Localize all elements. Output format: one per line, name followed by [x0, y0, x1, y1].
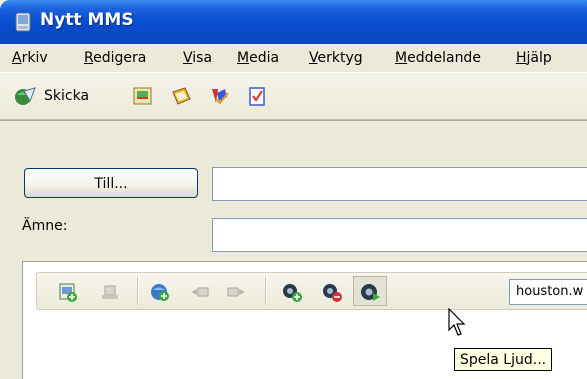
mms-envelope-icon [15, 12, 31, 32]
spellcheck-icon[interactable] [208, 85, 230, 107]
add-slide-icon[interactable] [149, 281, 171, 303]
menu-hjalp[interactable]: Hjälp [516, 50, 552, 66]
subject-field[interactable] [212, 218, 587, 252]
toolbar-separator [137, 277, 139, 305]
prev-slide-icon[interactable] [189, 281, 211, 303]
to-field[interactable] [212, 167, 587, 201]
subject-label: Ämne: [22, 218, 68, 234]
menu-media[interactable]: Media [237, 50, 279, 66]
sound-file-field[interactable]: houston.w [509, 279, 587, 305]
menu-visa[interactable]: Visa [183, 50, 212, 66]
check-names-icon[interactable] [246, 85, 268, 107]
menu-bar: Arkiv Redigera Visa Media Verktyg Meddel… [0, 44, 587, 73]
menu-redigera[interactable]: Redigera [84, 50, 146, 66]
add-sound-icon[interactable] [281, 281, 303, 303]
send-button-label[interactable]: Skicka [44, 88, 89, 104]
menu-meddelande[interactable]: Meddelande [395, 50, 481, 66]
add-image-icon[interactable] [57, 281, 79, 303]
mouse-cursor-icon [448, 308, 466, 336]
window-title: Nytt MMS [40, 10, 134, 30]
to-button[interactable]: Till... [24, 168, 198, 198]
remove-image-icon[interactable] [99, 281, 121, 303]
toolbar-separator [265, 277, 267, 305]
mms-compose-window: Nytt MMS Arkiv Redigera Visa Media Verkt… [0, 0, 587, 379]
main-toolbar: Skicka [0, 73, 587, 120]
send-icon[interactable] [14, 85, 36, 107]
play-sound-icon[interactable] [359, 281, 381, 303]
title-bar[interactable]: Nytt MMS [0, 0, 587, 44]
media-toolbar: houston.w [36, 272, 587, 310]
remove-sound-icon[interactable] [321, 281, 343, 303]
menu-arkiv[interactable]: Arkiv [12, 50, 48, 66]
image-icon[interactable] [132, 85, 154, 107]
menu-verktyg[interactable]: Verktyg [309, 50, 363, 66]
address-book-icon[interactable] [170, 85, 192, 107]
next-slide-icon[interactable] [225, 281, 247, 303]
tooltip: Spela Ljud... [454, 348, 553, 371]
header-area: Till... Ämne: [0, 120, 587, 261]
